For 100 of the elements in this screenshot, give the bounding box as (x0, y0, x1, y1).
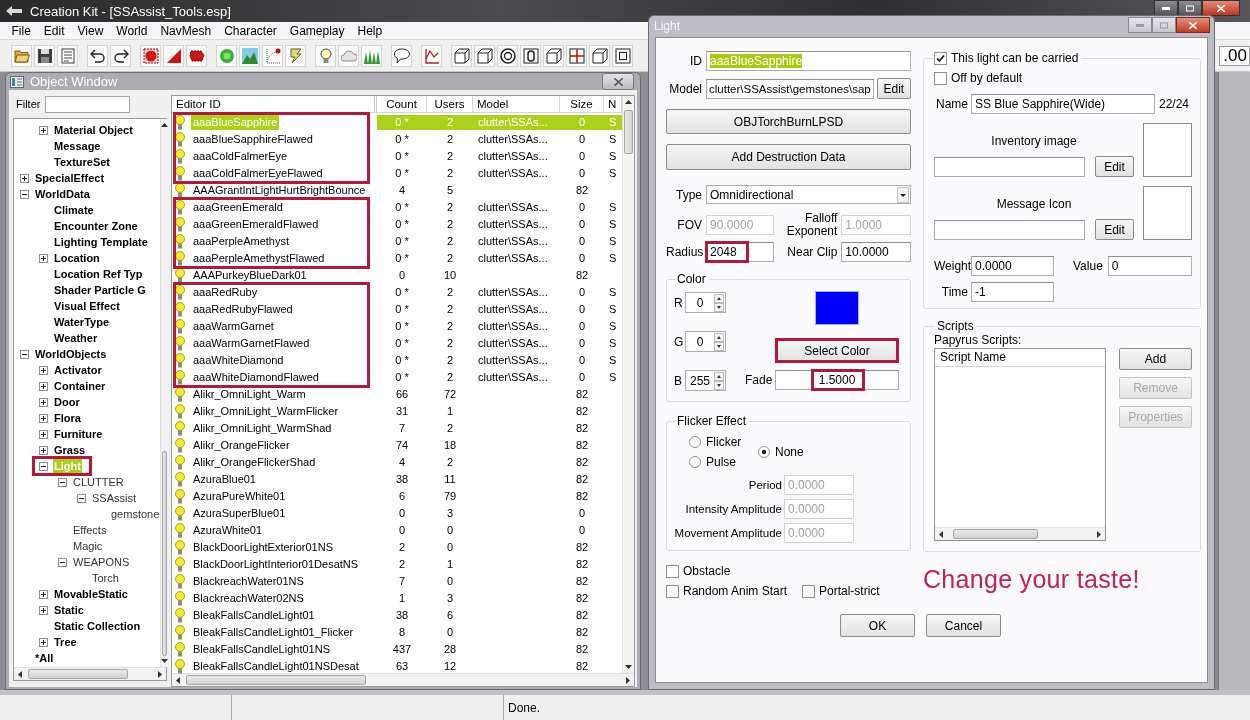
toolbar-button[interactable] (451, 44, 472, 67)
tree-item[interactable]: Lighting Template (53, 235, 149, 249)
scroll-down-icon[interactable] (161, 659, 169, 663)
near-clip-field[interactable]: 10.0000 (841, 242, 911, 262)
add-destruction-button[interactable]: Add Destruction Data (666, 144, 911, 170)
ok-button[interactable]: OK (840, 614, 915, 637)
tree-item[interactable]: Static (53, 603, 85, 617)
scrollbar-thumb[interactable] (28, 669, 128, 679)
column-header[interactable]: Count (377, 96, 427, 112)
scroll-right-icon[interactable] (626, 676, 630, 684)
expand-icon[interactable] (39, 397, 48, 407)
checkbox-option[interactable]: Obstacle (666, 564, 731, 578)
checkbox-icon[interactable] (934, 51, 947, 65)
table-row[interactable]: BleakFallsCandleLight01 38 6 82 (172, 607, 622, 624)
weight-field[interactable]: 0.0000 (971, 256, 1054, 276)
tree-item[interactable]: Tree (53, 635, 78, 649)
expand-icon[interactable] (39, 605, 48, 615)
tree-item[interactable]: SpecialEffect (34, 171, 106, 185)
expand-icon[interactable] (20, 173, 29, 183)
tree-item[interactable]: *All (34, 651, 55, 665)
cancel-button[interactable]: Cancel (926, 614, 1001, 637)
tree-item[interactable]: WaterType (53, 315, 110, 329)
table-row[interactable]: aaaPerpleAmethyst 0 * 2 clutter\SSAs... 0 S (172, 233, 622, 250)
expand-icon[interactable] (39, 253, 48, 263)
collapse-icon[interactable] (58, 477, 67, 487)
tree-item[interactable]: SSAssist (91, 491, 137, 505)
menu-item[interactable]: World (109, 22, 154, 39)
checkbox-icon[interactable] (666, 584, 679, 598)
checkbox-icon[interactable] (934, 71, 947, 85)
tree-item[interactable]: TextureSet (53, 155, 112, 169)
toolbar-button[interactable] (612, 44, 633, 67)
tree-item[interactable]: MovableStatic (53, 587, 129, 601)
scroll-up-icon[interactable] (625, 100, 632, 104)
toolbar-button[interactable] (543, 44, 564, 67)
menu-item[interactable]: File (5, 22, 38, 39)
menu-item[interactable]: NavMesh (153, 22, 218, 39)
fade-field[interactable]: 1.5000 (775, 370, 899, 391)
tree-item[interactable]: Visual Effect (53, 299, 121, 313)
collapse-icon[interactable] (58, 557, 67, 567)
expand-icon[interactable] (39, 445, 48, 455)
scroll-down-icon[interactable] (625, 665, 632, 669)
toolbar-button[interactable] (474, 44, 495, 67)
tree-item[interactable]: Location Ref Typ (53, 267, 144, 281)
name-field[interactable]: SS Blue Sapphire(Wide) (971, 94, 1155, 114)
table-row[interactable]: AAAPurkeyBlueDark01 0 10 82 (172, 267, 622, 284)
tree-item[interactable]: Container (53, 379, 107, 393)
radio-icon[interactable] (689, 456, 701, 468)
tree-item[interactable]: Weather (53, 331, 99, 345)
radius-field[interactable]: 2048 (706, 242, 774, 262)
table-row[interactable]: BlackreachWater01NS 7 0 82 (172, 573, 622, 590)
radio-option[interactable]: Flicker (689, 435, 742, 449)
menu-item[interactable]: View (71, 22, 110, 39)
spin-field[interactable]: 255 (685, 370, 726, 391)
table-row[interactable]: aaaColdFalmerEye 0 * 2 clutter\SSAs... 0 S (172, 148, 622, 165)
expand-icon[interactable] (39, 589, 48, 599)
spinner-arrows-icon[interactable] (714, 371, 724, 390)
spin-field[interactable]: 0 (685, 292, 726, 313)
spinner-arrows-icon[interactable] (714, 332, 724, 351)
scroll-right-icon[interactable] (1097, 530, 1101, 538)
add-button[interactable]: Add (1119, 348, 1192, 370)
filter-field[interactable] (45, 95, 131, 113)
expand-icon[interactable] (39, 413, 48, 423)
table-row[interactable]: Alikr_OmniLight_WarmFlicker 31 1 82 (172, 403, 622, 420)
select-color-button[interactable]: Select Color (775, 338, 899, 364)
table-row[interactable]: Alikr_OmniLight_WarmShad 7 2 82 (172, 420, 622, 437)
spin-field[interactable]: 0 (685, 331, 726, 352)
table-row[interactable]: BleakFallsCandleLight01_Flicker 8 0 82 (172, 624, 622, 641)
checkbox-option[interactable]: Portal-strict (802, 584, 880, 598)
tree-item[interactable]: Static Collection (53, 619, 142, 633)
checkbox-option[interactable]: This light can be carried (934, 51, 1079, 65)
toolbar-button[interactable] (589, 44, 610, 67)
edit-button[interactable]: Edit (876, 78, 911, 99)
table-row[interactable]: AzuraWhite01 0 0 0 (172, 522, 622, 539)
menu-item[interactable]: Character (217, 22, 284, 39)
toolbar-button[interactable] (421, 44, 442, 67)
toolbar-button[interactable] (566, 44, 587, 67)
table-row[interactable]: aaaColdFalmerEyeFlawed 0 * 2 clutter\SSAs... 0 S (172, 165, 622, 182)
tree-item[interactable]: Encounter Zone (53, 219, 139, 233)
checkbox-icon[interactable] (802, 584, 815, 598)
toolbar-button[interactable] (186, 44, 207, 67)
radio-option[interactable]: None (758, 445, 804, 459)
collapse-icon[interactable] (20, 349, 29, 359)
tree-item[interactable]: Activator (53, 363, 103, 377)
scrollbar-thumb[interactable] (624, 110, 633, 154)
spinner-arrows-icon[interactable] (714, 293, 724, 312)
expand-icon[interactable] (39, 637, 48, 647)
table-row[interactable]: aaaGreenEmerald 0 * 2 clutter\SSAs... 0 S (172, 199, 622, 216)
toolbar-button[interactable] (391, 44, 412, 67)
radio-option[interactable]: Pulse (689, 455, 737, 469)
tree-item[interactable]: Grass (53, 443, 87, 457)
checkbox-option[interactable]: Off by default (934, 71, 1023, 85)
scroll-left-icon[interactable] (939, 530, 943, 538)
table-row[interactable]: AzuraBlue01 38 11 82 (172, 471, 622, 488)
table-row[interactable]: BlackreachWater02NS 1 3 82 (172, 590, 622, 607)
tree-item[interactable]: Furniture (53, 427, 104, 441)
maximize-button[interactable] (1178, 0, 1202, 16)
tree-item[interactable]: Shader Particle G (53, 283, 147, 297)
column-header[interactable]: Editor ID (172, 96, 377, 112)
column-header[interactable]: Size (560, 96, 604, 112)
edit-button[interactable]: Edit (1095, 219, 1134, 240)
